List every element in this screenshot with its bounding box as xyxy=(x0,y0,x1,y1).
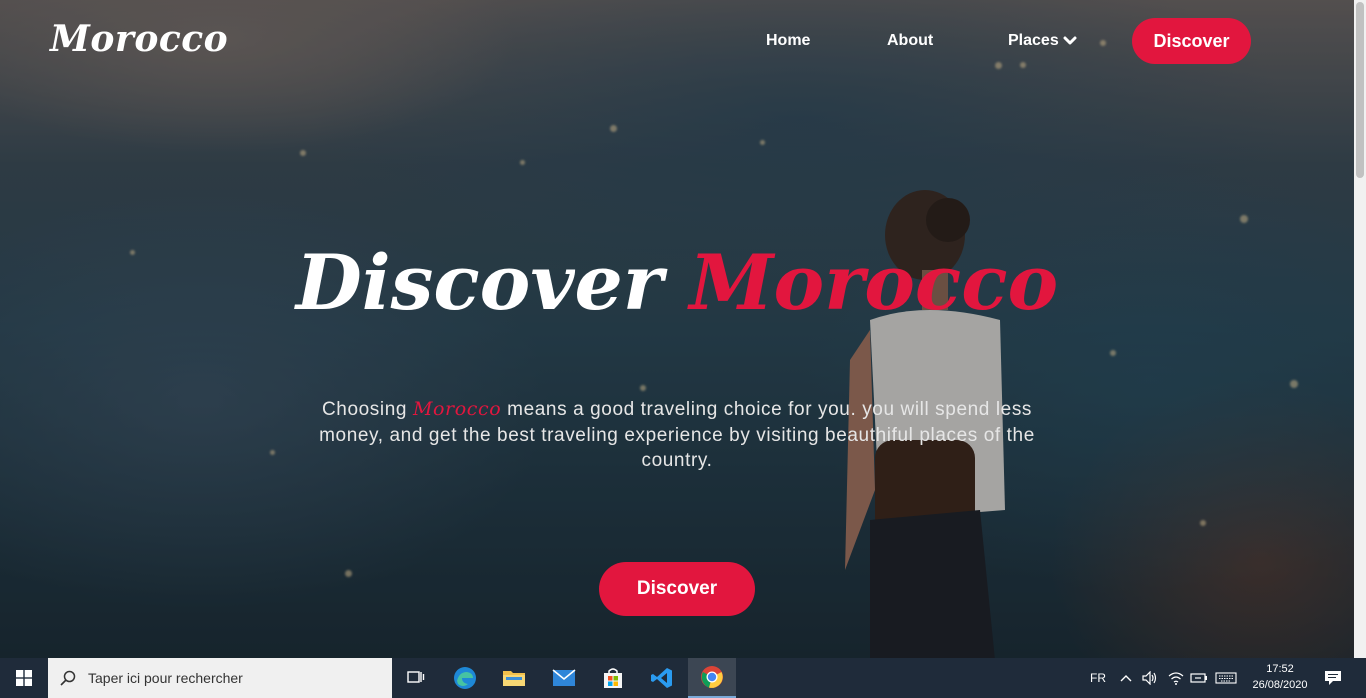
edge-browser-button[interactable] xyxy=(441,658,489,698)
hero-background xyxy=(0,0,1354,658)
edge-icon xyxy=(454,667,476,689)
windows-taskbar: Taper ici pour rechercher FR 17:52 26/08… xyxy=(0,658,1366,698)
nav-home-link[interactable]: Home xyxy=(766,32,810,50)
volume-button[interactable] xyxy=(1142,658,1158,698)
file-explorer-button[interactable] xyxy=(490,658,538,698)
hero-description: Choosing Morocco means a good traveling … xyxy=(307,397,1047,474)
nav-discover-button[interactable]: Discover xyxy=(1132,18,1251,64)
language-label: FR xyxy=(1090,671,1106,685)
hero-title-main: Discover xyxy=(295,238,663,327)
hero-text-accent: Morocco xyxy=(412,398,502,420)
task-view-button[interactable] xyxy=(392,658,440,698)
chrome-icon xyxy=(701,666,723,688)
battery-icon xyxy=(1190,673,1207,683)
hero-text-before: Choosing xyxy=(321,399,408,420)
speaker-icon xyxy=(1142,671,1157,685)
chevron-down-icon xyxy=(1063,36,1077,45)
brand-logo[interactable]: Morocco xyxy=(50,18,228,60)
clock-time: 17:52 xyxy=(1266,663,1294,675)
battery-button[interactable] xyxy=(1190,658,1208,698)
store-icon xyxy=(604,668,622,688)
search-icon xyxy=(60,670,76,686)
chevron-up-icon xyxy=(1120,675,1132,682)
scrollbar-thumb[interactable] xyxy=(1356,2,1364,178)
notification-icon xyxy=(1325,671,1341,685)
vscode-icon xyxy=(651,668,672,688)
start-button[interactable] xyxy=(0,658,48,698)
mail-button[interactable] xyxy=(540,658,588,698)
hero-title: Discover Morocco xyxy=(0,238,1354,327)
system-clock[interactable]: 17:52 26/08/2020 xyxy=(1244,661,1316,693)
clock-date: 26/08/2020 xyxy=(1252,679,1308,691)
hero-discover-button[interactable]: Discover xyxy=(599,562,755,616)
show-hidden-icons-button[interactable] xyxy=(1120,658,1132,698)
keyboard-icon xyxy=(1215,672,1237,684)
language-indicator[interactable]: FR xyxy=(1090,658,1106,698)
task-view-icon xyxy=(407,671,425,683)
windows-logo-icon xyxy=(16,670,32,686)
folder-icon xyxy=(503,671,525,686)
keyboard-button[interactable] xyxy=(1215,658,1237,698)
search-placeholder: Taper ici pour rechercher xyxy=(88,670,243,686)
hero-title-accent: Morocco xyxy=(689,238,1059,327)
nav-places-dropdown[interactable]: Places xyxy=(1008,32,1077,50)
nav-places-label: Places xyxy=(1008,32,1059,49)
mail-icon xyxy=(552,669,576,686)
wifi-icon xyxy=(1168,672,1184,685)
wifi-button[interactable] xyxy=(1168,658,1184,698)
store-button[interactable] xyxy=(589,658,637,698)
chrome-button[interactable] xyxy=(688,658,736,698)
action-center-button[interactable] xyxy=(1324,658,1342,698)
vscode-button[interactable] xyxy=(638,658,686,698)
taskbar-search-box[interactable]: Taper ici pour rechercher xyxy=(48,658,392,698)
nav-about-link[interactable]: About xyxy=(887,32,933,50)
